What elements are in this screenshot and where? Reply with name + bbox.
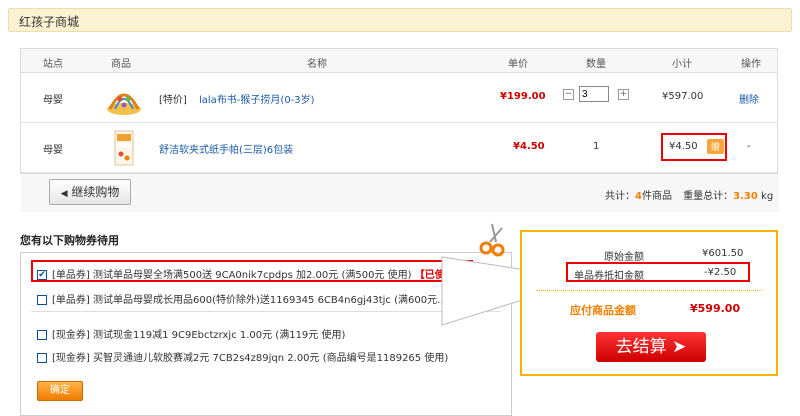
delete-link[interactable]: 删除 (739, 91, 759, 106)
checkout-label: 去结算 (615, 337, 667, 357)
original-amount-value: ¥601.50 (702, 248, 744, 259)
coupon-text: [现金券] 测试现金119减1 9C9Ebctzrxjc 1.00元 (满119… (52, 330, 346, 341)
total-prefix: 共计： (605, 191, 635, 202)
store-title: 红孩子商城 (19, 15, 80, 29)
cart-summary-row: ◀ 继续购物 共计：4件商品 重量总计：3.30 kg (21, 174, 779, 212)
qty-minus-button[interactable]: − (563, 89, 574, 100)
weight-value: 3.30 (733, 191, 758, 202)
panel-divider (536, 290, 762, 291)
weight-unit: kg (761, 191, 774, 202)
col-action: 操作 (741, 59, 761, 70)
qty-text: 1 (593, 141, 600, 152)
unit-price: ¥199.00 (500, 91, 546, 102)
continue-shopping-label: 继续购物 (71, 185, 120, 199)
deduct-highlight (566, 262, 750, 282)
cart-page: 红孩子商城 站点 商品 名称 单价 数量 小计 操作 母婴 [特价] lala布… (0, 0, 800, 416)
coupon-text: [单品券] 测试单品母婴成长用品600(特价除外)送1169345 6CB4n6… (52, 295, 447, 306)
coupon-item[interactable]: [现金券] 买智灵通迪儿软胶赛减2元 7CB2s4z89jqn 2.00元 (商… (37, 349, 448, 364)
checkbox[interactable] (37, 353, 47, 363)
checkout-button[interactable]: 去结算 ➤ (596, 332, 706, 362)
cart-totals: 共计：4件商品 重量总计：3.30 kg (605, 187, 773, 202)
coupon-item[interactable]: [单品券] 测试单品母婴成长用品600(特价除外)送1169345 6CB4n6… (37, 291, 447, 306)
coupon-list: ✔ [单品券] 测试单品母婴全场满500送 9CA0nik7cpdps 加2.00… (20, 252, 512, 416)
store-header: 红孩子商城 (8, 8, 792, 32)
confirm-button[interactable]: 确定 (37, 381, 83, 401)
continue-shopping-button[interactable]: ◀ 继续购物 (49, 179, 131, 205)
station-cell: 母婴 (43, 95, 63, 106)
coupon-title: 您有以下购物券待用 (20, 234, 119, 247)
due-amount-value: ¥599.00 (690, 302, 741, 315)
product-thumbnail-playmat[interactable] (105, 79, 143, 117)
original-amount-label: 原始金额 (604, 252, 644, 263)
table-header: 站点 商品 名称 单价 数量 小计 操作 (21, 49, 777, 73)
weight-prefix: 重量总计： (683, 191, 734, 202)
back-arrow-icon: ◀ (60, 189, 68, 199)
product-name-link[interactable]: lala布书-猴子捞月(0-3岁) (199, 91, 315, 106)
col-product: 商品 (111, 59, 131, 70)
item-count: 4 (635, 191, 642, 202)
product-name-link[interactable]: 舒洁软夹式纸手帕(三层)6包装 (159, 141, 293, 156)
subtotal-cell: ¥597.00 (662, 91, 704, 102)
col-station: 站点 (43, 59, 63, 70)
special-tag: [特价] (159, 95, 187, 106)
checkbox[interactable] (37, 330, 47, 340)
subtotal-highlight (661, 133, 727, 161)
col-price: 单价 (508, 59, 528, 70)
col-subtotal: 小计 (672, 59, 692, 70)
qty-input[interactable] (579, 86, 609, 102)
checkbox[interactable] (37, 295, 47, 305)
cart-table: 站点 商品 名称 单价 数量 小计 操作 母婴 [特价] lala布书-猴子捞月… (20, 48, 779, 212)
item-count-suffix: 件商品 (641, 191, 672, 202)
col-name: 名称 (307, 59, 327, 70)
unit-price: ¥4.50 (513, 141, 545, 152)
due-amount-label: 应付商品金额 (570, 304, 636, 317)
coupon-item[interactable]: [现金券] 测试现金119减1 9C9Ebctzrxjc 1.00元 (满119… (37, 326, 345, 341)
table-row: 母婴 [特价] lala布书-猴子捞月(0-3岁) ¥199.00 − + ¥5… (21, 73, 777, 123)
scissors-icon (479, 223, 505, 257)
checkout-panel: 原始金额 ¥601.50 单品券抵扣金额 -¥2.50 应付商品金额 ¥599.… (520, 230, 778, 376)
station-cell: 母婴 (43, 145, 63, 156)
action-none: - (747, 141, 751, 152)
product-thumbnail-tissue[interactable] (105, 129, 143, 167)
coupon-text: [现金券] 买智灵通迪儿软胶赛减2元 7CB2s4z89jqn 2.00元 (商… (52, 353, 449, 364)
divider (31, 311, 501, 312)
arrow-right-icon: ➤ (672, 337, 687, 357)
coupon-highlight (31, 260, 473, 282)
qty-plus-button[interactable]: + (618, 89, 629, 100)
table-row: 母婴 舒洁软夹式纸手帕(三层)6包装 ¥4.50 1 ¥4.50 赠 - (21, 123, 777, 173)
col-qty: 数量 (586, 59, 606, 70)
